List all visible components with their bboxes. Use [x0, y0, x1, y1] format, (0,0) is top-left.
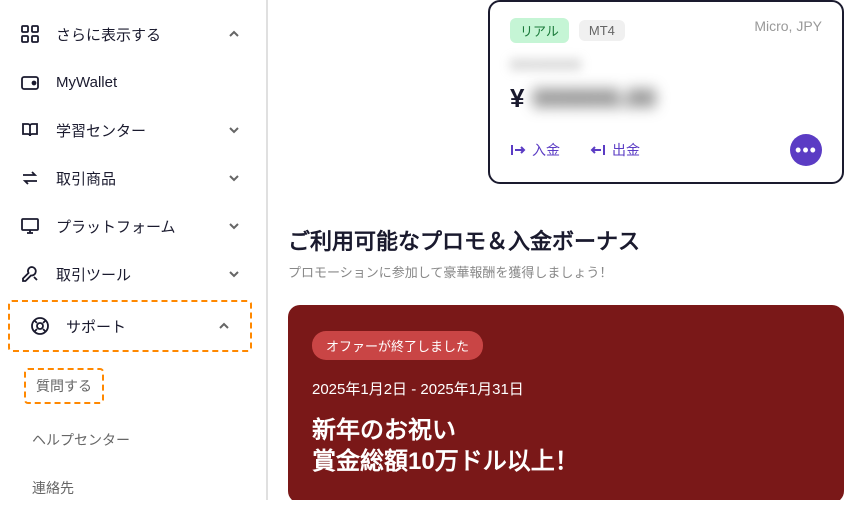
account-meta: Micro, JPY — [754, 18, 822, 34]
monitor-icon — [18, 214, 42, 238]
chevron-up-icon — [226, 26, 242, 42]
sidebar-item-label: 取引商品 — [56, 168, 226, 189]
promo-section: ご利用可能なプロモ＆入金ボーナス プロモーションに参加して豪華報酬を獲得しましょ… — [288, 224, 844, 500]
withdraw-button[interactable]: 出金 — [590, 140, 640, 160]
chevron-down-icon — [226, 122, 242, 138]
main-content: リアル MT4 Micro, JPY 00000000 ¥ 000000.00 … — [268, 0, 844, 500]
deposit-button[interactable]: 入金 — [510, 140, 560, 160]
sidebar-item-support[interactable]: サポート — [8, 300, 252, 352]
sidebar-item-tools[interactable]: 取引ツール — [0, 250, 260, 298]
balance-blurred: 000000.00 — [533, 83, 656, 114]
account-card: リアル MT4 Micro, JPY 00000000 ¥ 000000.00 … — [488, 0, 844, 184]
sidebar-item-label: 取引ツール — [56, 264, 226, 285]
promo-subtitle: プロモーションに参加して豪華報酬を獲得しましょう！ — [288, 262, 844, 281]
book-icon — [18, 118, 42, 142]
chevron-down-icon — [226, 218, 242, 234]
exchange-icon — [18, 166, 42, 190]
account-actions: 入金 出金 ••• — [510, 134, 822, 166]
more-icon: ••• — [795, 140, 817, 161]
tag-real: リアル — [510, 18, 569, 43]
deposit-icon — [510, 142, 526, 158]
sidebar-item-platform[interactable]: プラットフォーム — [0, 202, 260, 250]
promo-heading-1: 新年のお祝い — [312, 415, 820, 446]
sidebar-item-label: 学習センター — [56, 120, 226, 141]
more-button[interactable]: ••• — [790, 134, 822, 166]
sidebar-item-products[interactable]: 取引商品 — [0, 154, 260, 202]
sidebar-subitem-help[interactable]: ヘルプセンター — [0, 420, 260, 460]
wallet-icon — [18, 70, 42, 94]
sidebar: さらに表示する MyWallet 学習センター 取引商品 プラットフォーム — [0, 0, 260, 500]
promo-card[interactable]: オファーが終了しました 2025年1月2日 - 2025年1月31日 新年のお祝… — [288, 305, 844, 500]
chevron-down-icon — [226, 266, 242, 282]
sidebar-item-label: MyWallet — [56, 74, 242, 91]
tools-icon — [18, 262, 42, 286]
chevron-up-icon — [216, 318, 232, 334]
chevron-down-icon — [226, 170, 242, 186]
withdraw-icon — [590, 142, 606, 158]
sidebar-item-label: プラットフォーム — [56, 216, 226, 237]
grid-icon — [18, 22, 42, 46]
sidebar-item-label: サポート — [66, 316, 216, 337]
currency-symbol: ¥ — [510, 83, 524, 113]
promo-dates: 2025年1月2日 - 2025年1月31日 — [312, 378, 820, 399]
sidebar-subitem-contact[interactable]: 連絡先 — [0, 468, 260, 508]
sidebar-item-mywallet[interactable]: MyWallet — [0, 58, 260, 106]
sidebar-item-learning[interactable]: 学習センター — [0, 106, 260, 154]
lifebuoy-icon — [28, 314, 52, 338]
promo-badge: オファーが終了しました — [312, 331, 483, 360]
account-balance: ¥ 000000.00 — [510, 83, 822, 114]
sidebar-item-label: さらに表示する — [56, 24, 226, 45]
tag-mt4: MT4 — [579, 20, 625, 41]
sidebar-subitem-ask[interactable]: 質問する — [24, 368, 104, 404]
promo-heading-2: 賞金総額10万ドル以上！ — [312, 446, 820, 477]
account-id-blurred: 00000000 — [510, 57, 822, 75]
promo-title: ご利用可能なプロモ＆入金ボーナス — [288, 224, 844, 256]
sidebar-item-show-more[interactable]: さらに表示する — [0, 10, 260, 58]
